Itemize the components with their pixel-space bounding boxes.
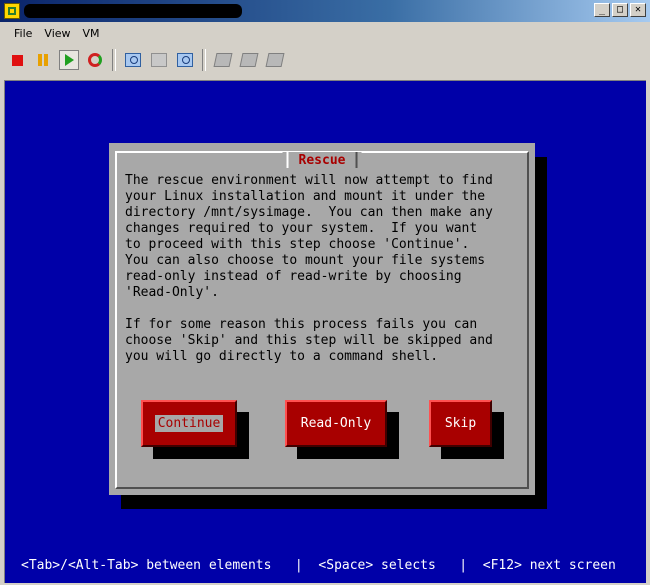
menu-vm[interactable]: VM	[77, 24, 106, 44]
status-bar: <Tab>/<Alt-Tab> between elements | <Spac…	[21, 558, 616, 573]
menu-view[interactable]: View	[38, 24, 76, 44]
dialog-title-box: Rescue	[282, 152, 362, 168]
revert-button[interactable]	[146, 47, 172, 73]
play-icon	[64, 54, 74, 66]
pause-icon	[37, 54, 49, 66]
toolbar	[4, 46, 288, 74]
vm-console[interactable]: Rescue The rescue environment will now a…	[4, 80, 646, 583]
skip-button[interactable]: Skip	[429, 400, 492, 447]
power-on-button[interactable]	[56, 47, 82, 73]
skip-label: Skip	[444, 416, 477, 431]
toolbar-separator	[112, 49, 116, 71]
toolbar-separator	[202, 49, 206, 71]
rescue-dialog: Rescue The rescue environment will now a…	[109, 143, 535, 495]
suspend-button[interactable]	[30, 47, 56, 73]
title-bar: _ □ ✕	[0, 0, 650, 22]
settings-button[interactable]	[210, 47, 236, 73]
menu-file[interactable]: File	[8, 24, 38, 44]
manage-snapshots-icon	[177, 53, 193, 67]
settings-icon	[213, 53, 233, 67]
maximize-button[interactable]: □	[612, 3, 628, 17]
manage-snapshots-button[interactable]	[172, 47, 198, 73]
tools-icon	[239, 53, 259, 67]
share-icon	[265, 53, 285, 67]
continue-button[interactable]: Continue	[141, 400, 237, 447]
stop-icon	[11, 54, 23, 66]
redacted-title	[24, 4, 242, 18]
dialog-title: Rescue	[298, 152, 346, 168]
minimize-button[interactable]: _	[594, 3, 610, 17]
read-only-label: Read-Only	[300, 416, 372, 431]
snapshot-button[interactable]	[120, 47, 146, 73]
revert-icon	[151, 53, 167, 67]
share-button[interactable]	[262, 47, 288, 73]
read-only-button[interactable]: Read-Only	[285, 400, 387, 447]
power-off-button[interactable]	[4, 47, 30, 73]
continue-label: Continue	[154, 415, 224, 432]
reset-button[interactable]	[82, 47, 108, 73]
close-button[interactable]: ✕	[630, 3, 646, 17]
dialog-message: The rescue environment will now attempt …	[125, 173, 493, 364]
vmware-app-icon	[4, 3, 20, 19]
window-controls: _ □ ✕	[594, 3, 646, 17]
reset-icon	[88, 53, 102, 67]
tools-button[interactable]	[236, 47, 262, 73]
menu-bar: File View VM	[0, 24, 106, 44]
snapshot-icon	[125, 53, 141, 67]
